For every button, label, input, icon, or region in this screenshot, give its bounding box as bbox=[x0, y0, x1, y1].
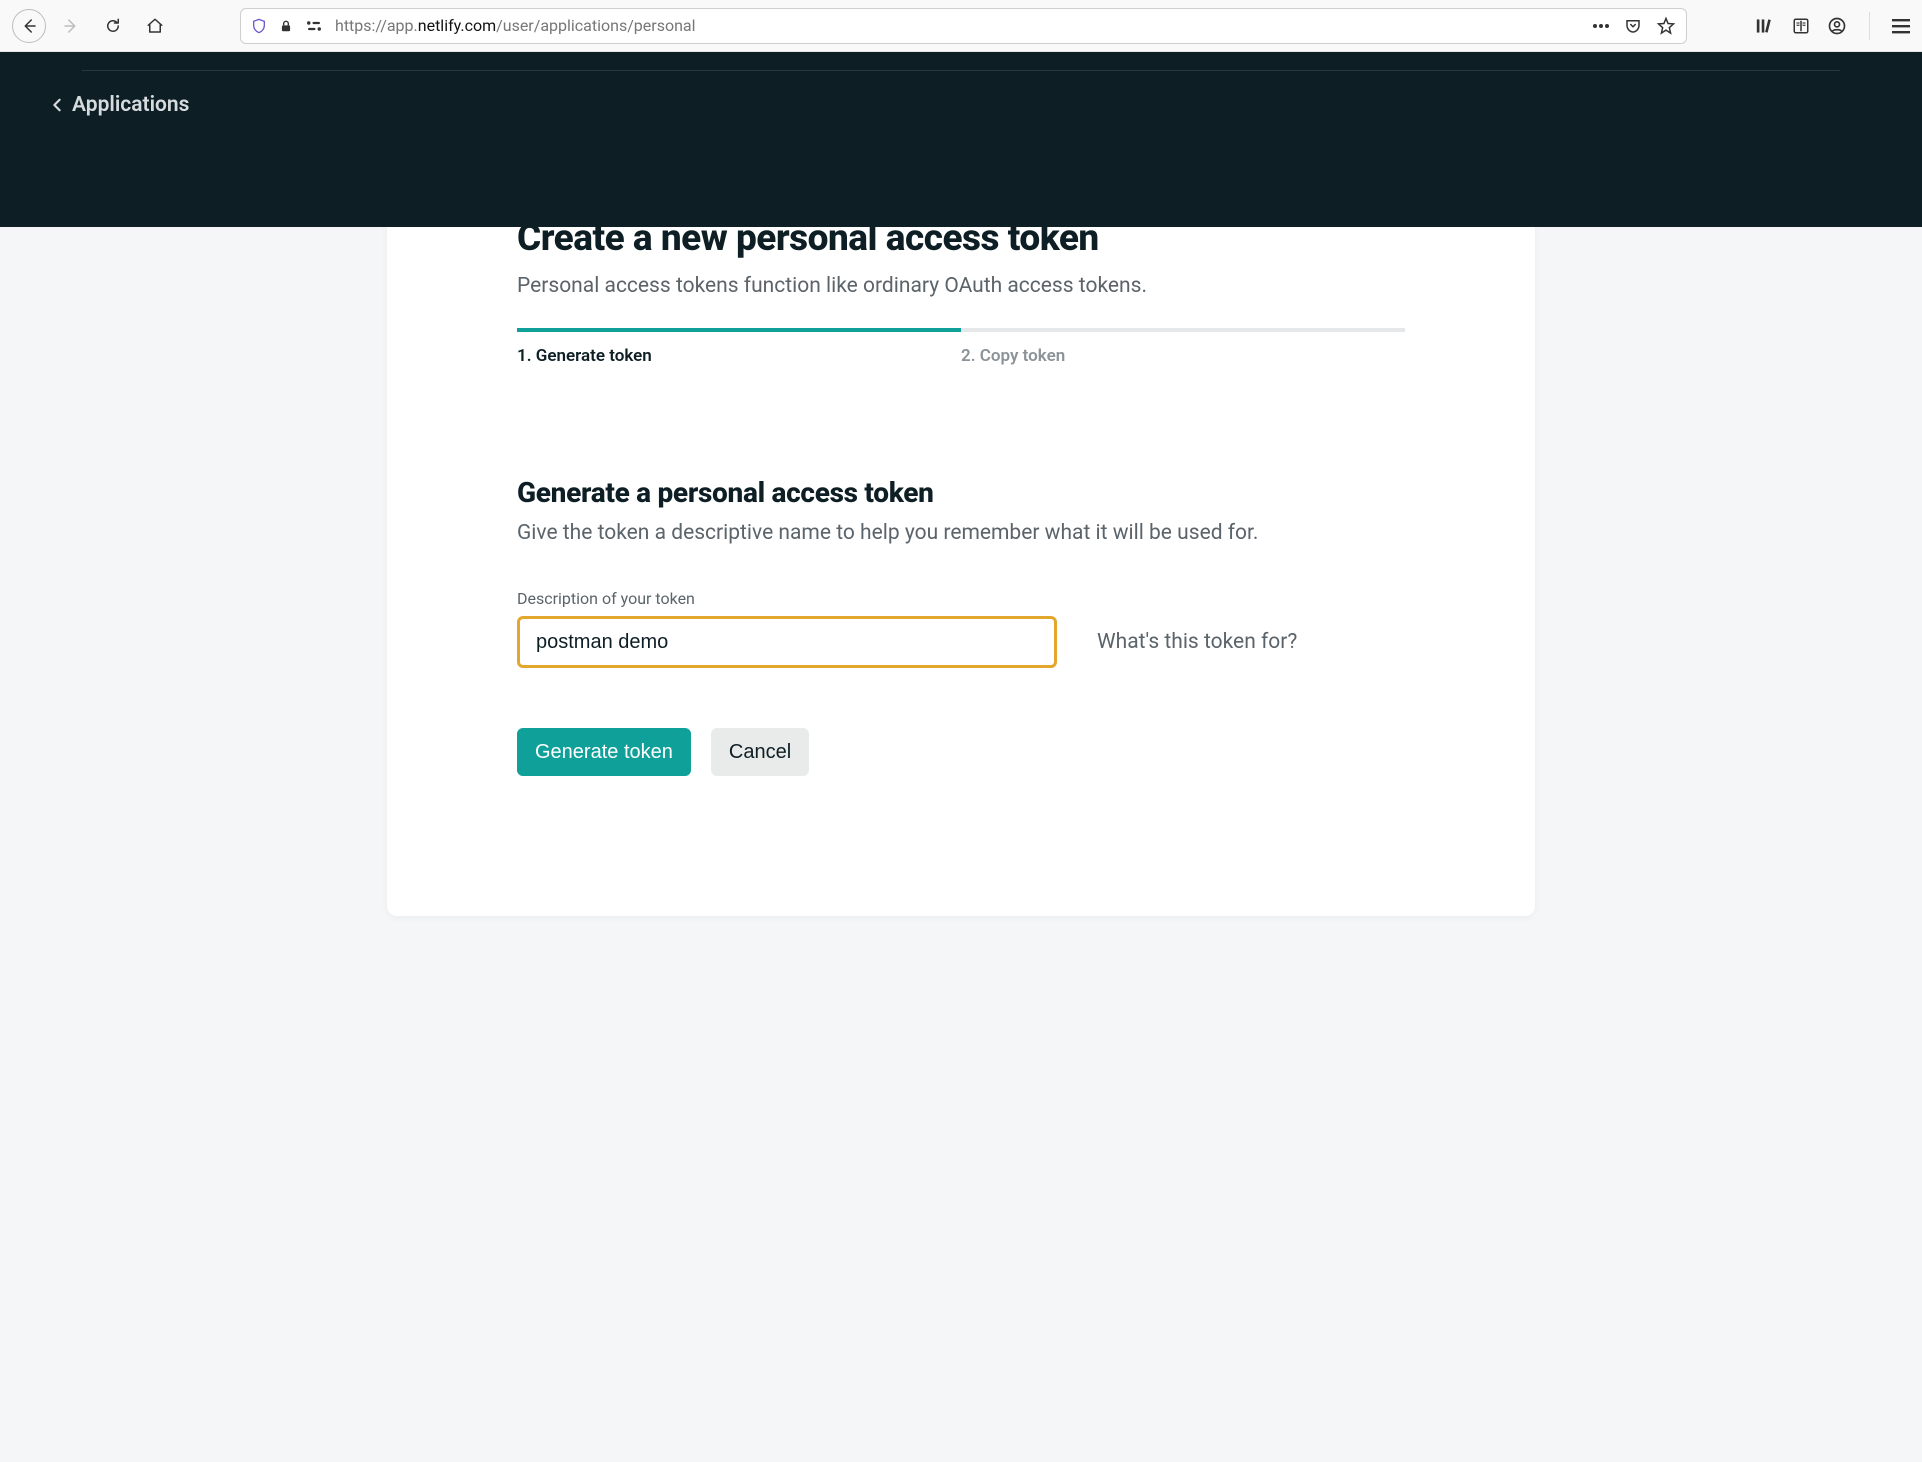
section-subtitle: Give the token a descriptive name to hel… bbox=[517, 521, 1405, 545]
pocket-icon[interactable] bbox=[1624, 17, 1642, 35]
toolbar-divider bbox=[1869, 12, 1870, 40]
main-card: Create a new personal access token Perso… bbox=[387, 127, 1535, 916]
url-domain: netlify.com bbox=[418, 16, 496, 35]
arrow-left-icon bbox=[20, 17, 38, 35]
breadcrumb-back[interactable]: Applications bbox=[52, 93, 189, 117]
address-bar-left-icons bbox=[251, 17, 323, 35]
meatballs-icon[interactable] bbox=[1592, 23, 1610, 29]
address-bar-right-icons bbox=[1592, 16, 1676, 36]
toolbar-right bbox=[1755, 12, 1910, 40]
cancel-button[interactable]: Cancel bbox=[711, 728, 809, 776]
stepper: 1. Generate token 2. Copy token bbox=[517, 328, 1405, 366]
chevron-left-icon bbox=[52, 98, 62, 112]
step-copy-token: 2. Copy token bbox=[961, 328, 1405, 366]
home-icon bbox=[146, 17, 164, 35]
header-divider bbox=[82, 70, 1840, 71]
reader-icon[interactable] bbox=[1791, 17, 1811, 35]
page-subtitle: Personal access tokens function like ord… bbox=[517, 274, 1405, 298]
app-header: Applications bbox=[0, 52, 1922, 227]
permissions-icon bbox=[305, 18, 323, 34]
token-description-hint: What's this token for? bbox=[1097, 630, 1297, 654]
browser-toolbar: https://app.netlify.com/user/application… bbox=[0, 0, 1922, 52]
token-description-label: Description of your token bbox=[517, 589, 1405, 608]
account-icon[interactable] bbox=[1827, 16, 1847, 36]
url-prefix: https://app. bbox=[335, 16, 418, 35]
url-display: https://app.netlify.com/user/application… bbox=[335, 16, 1580, 35]
home-button[interactable] bbox=[138, 9, 172, 43]
section-title: Generate a personal access token bbox=[517, 476, 1405, 509]
generate-token-button[interactable]: Generate token bbox=[517, 728, 691, 776]
star-icon[interactable] bbox=[1656, 16, 1676, 36]
hamburger-icon[interactable] bbox=[1892, 18, 1910, 34]
url-path: /user/applications/personal bbox=[496, 16, 695, 35]
button-row: Generate token Cancel bbox=[517, 728, 1405, 776]
token-description-input[interactable] bbox=[517, 616, 1057, 668]
breadcrumb-label: Applications bbox=[72, 93, 189, 117]
shield-icon bbox=[251, 17, 267, 35]
reload-icon bbox=[104, 17, 122, 35]
back-button[interactable] bbox=[12, 9, 46, 43]
lock-icon bbox=[279, 18, 293, 34]
address-bar[interactable]: https://app.netlify.com/user/application… bbox=[240, 8, 1687, 44]
library-icon[interactable] bbox=[1755, 17, 1775, 35]
step-generate-token[interactable]: 1. Generate token bbox=[517, 328, 961, 366]
token-description-row: What's this token for? bbox=[517, 616, 1405, 668]
arrow-right-icon bbox=[62, 17, 80, 35]
forward-button[interactable] bbox=[54, 9, 88, 43]
reload-button[interactable] bbox=[96, 9, 130, 43]
